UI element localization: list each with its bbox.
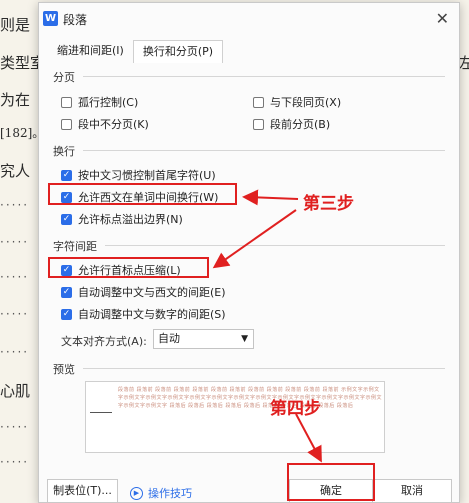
doc-dots: ····· [0, 198, 30, 212]
paragraph-dialog: W 段落 ✕ 缩进和间距(I) 换行和分页(P) 分页 孤行控制(C) 与下段同… [38, 2, 460, 503]
tab-line-page-breaks[interactable]: 换行和分页(P) [132, 40, 224, 63]
option-label: 自动调整中文与数字的间距(S) [78, 308, 226, 321]
option-label: 允许标点溢出边界(N) [78, 213, 183, 226]
divider [83, 150, 445, 151]
hanging-punctuation-checkbox[interactable]: ✓ 允许标点溢出边界(N) [61, 211, 183, 227]
section-preview-label: 预览 [53, 363, 75, 376]
doc-dots: ····· [0, 270, 30, 284]
tips-label: 操作技巧 [148, 487, 192, 500]
chevron-down-icon: ▼ [241, 334, 248, 344]
doc-dots: ····· [0, 307, 30, 321]
page-break-before-checkbox[interactable]: 段前分页(B) [253, 116, 330, 132]
option-label: 段前分页(B) [270, 118, 331, 131]
preview-indent-mark [90, 412, 112, 413]
tips-link[interactable]: ▶ 操作技巧 [130, 485, 192, 501]
keep-with-next-checkbox[interactable]: 与下段同页(X) [253, 94, 341, 110]
doc-dots: ····· [0, 420, 30, 434]
section-line-break-label: 换行 [53, 145, 75, 158]
dialog-tabs: 缩进和间距(I) 换行和分页(P) [48, 40, 224, 63]
annotation-step4: 第四步 [270, 399, 321, 419]
section-pagination-label: 分页 [53, 71, 75, 84]
divider [83, 368, 445, 369]
divider [105, 245, 445, 246]
dialog-titlebar: W 段落 ✕ [39, 3, 459, 33]
divider [83, 76, 445, 77]
option-label: 孤行控制(C) [78, 96, 139, 109]
checkbox-checked-icon: ✓ [61, 213, 72, 225]
doc-edge-glyph: 《 [461, 14, 469, 35]
option-label: 段中不分页(K) [78, 118, 149, 131]
widow-control-checkbox[interactable]: 孤行控制(C) [61, 94, 138, 110]
doc-edge-glyph: 左 [459, 54, 469, 72]
wps-writer-icon: W [43, 11, 58, 26]
highlight-box-step4 [287, 463, 375, 501]
auto-space-number-checkbox[interactable]: ✓ 自动调整中文与数字的间距(S) [61, 306, 226, 322]
play-icon: ▶ [130, 486, 143, 500]
preview-text: 段落前 段落前 段落前 段落前 段落前 段落前 段落前 段落前 段落前 段落前 … [118, 387, 383, 409]
auto-space-latin-checkbox[interactable]: ✓ 自动调整中文与西文的间距(E) [61, 284, 226, 300]
highlight-box-step3b [48, 257, 209, 278]
checkbox-icon [61, 96, 72, 108]
checkbox-icon [253, 118, 264, 130]
option-label: 按中文习惯控制首尾字符(U) [78, 169, 216, 182]
annotation-step3: 第三步 [303, 194, 354, 214]
checkbox-checked-icon: ✓ [61, 286, 72, 298]
checkbox-icon [253, 96, 264, 108]
preview-pane: 段落前 段落前 段落前 段落前 段落前 段落前 段落前 段落前 段落前 段落前 … [85, 381, 385, 453]
dialog-title: 段落 [63, 13, 88, 27]
doc-dots: ····· [0, 455, 30, 469]
doc-line: 则是 [0, 16, 31, 34]
option-label: 自动调整中文与西文的间距(E) [78, 286, 226, 299]
keep-lines-together-checkbox[interactable]: 段中不分页(K) [61, 116, 149, 132]
text-alignment-label: 文本对齐方式(A): [61, 335, 147, 348]
close-icon[interactable]: ✕ [436, 9, 449, 28]
doc-line: 心肌 [0, 382, 31, 400]
text-alignment-select[interactable]: 自动 ▼ [153, 329, 254, 349]
doc-dots: ····· [0, 235, 30, 249]
highlight-box-step3 [48, 183, 237, 205]
select-value: 自动 [158, 332, 180, 345]
checkbox-checked-icon: ✓ [61, 169, 72, 181]
checkbox-checked-icon: ✓ [61, 308, 72, 320]
option-label: 与下段同页(X) [270, 96, 342, 109]
doc-line: 为在 [0, 91, 31, 109]
doc-line: 究人 [0, 162, 31, 180]
checkbox-icon [61, 118, 72, 130]
tab-stops-button[interactable]: 制表位(T)... [47, 479, 118, 503]
tab-indent-spacing[interactable]: 缩进和间距(I) [48, 40, 133, 62]
cancel-button[interactable]: 取消 [372, 479, 452, 503]
chinese-rules-checkbox[interactable]: ✓ 按中文习惯控制首尾字符(U) [61, 167, 216, 183]
section-char-spacing-label: 字符间距 [53, 240, 97, 253]
doc-dots: ····· [0, 345, 30, 359]
